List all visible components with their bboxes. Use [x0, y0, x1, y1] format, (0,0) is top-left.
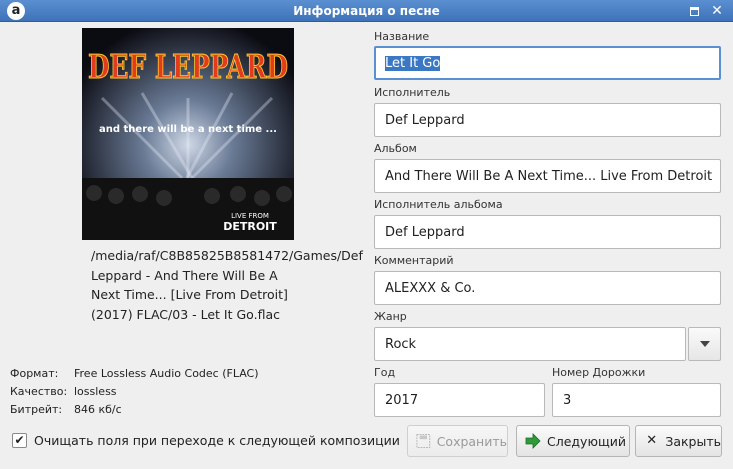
close-button-label: Закрыть — [665, 433, 721, 449]
window-title: Информация о песне — [293, 4, 440, 18]
title-label: Название — [374, 30, 430, 43]
save-button-label: Сохранить — [436, 433, 507, 449]
artist-input[interactable]: Def Leppard — [374, 103, 721, 137]
genre-dropdown-button[interactable] — [688, 327, 721, 361]
title-bar: a Информация о песне ✕ — [0, 0, 733, 22]
album-cover-art: DEF LEPPARD and there will be a next tim… — [82, 28, 294, 240]
genre-combobox[interactable]: Rock — [374, 327, 686, 361]
track-input[interactable]: 3 — [552, 383, 721, 417]
genre-label: Жанр — [374, 310, 407, 323]
next-button[interactable]: Следующий — [516, 425, 630, 457]
cover-badge-line2: DETROIT — [223, 220, 277, 233]
format-value: Free Lossless Audio Codec (FLAC) — [74, 367, 259, 380]
title-input-selected-text: Let It Go — [385, 55, 441, 71]
quality-value: lossless — [74, 385, 117, 398]
close-window-button[interactable]: ✕ — [709, 3, 725, 19]
maximize-button[interactable] — [686, 3, 702, 19]
cover-band-name: DEF LEPPARD — [88, 47, 288, 86]
bitrate-label: Битрейт: — [10, 403, 63, 416]
format-label: Формат: — [10, 367, 59, 380]
clear-fields-label[interactable]: Очищать поля при переходе к следующей ко… — [34, 433, 400, 449]
artist-label: Исполнитель — [374, 86, 451, 99]
title-input[interactable]: Let It Go — [374, 46, 721, 80]
bitrate-row: Битрейт: 846 кб/с — [10, 402, 122, 418]
file-path: /media/raf/C8B85825B8581472/Games/Def Le… — [91, 248, 363, 322]
cover-subtitle: and there will be a next time ... — [99, 124, 277, 135]
chevron-down-icon — [699, 341, 710, 347]
arrow-right-icon — [525, 433, 541, 449]
next-button-label: Следующий — [547, 433, 626, 449]
year-label: Год — [374, 366, 396, 379]
cover-badge-line1: LIVE FROM — [231, 212, 269, 220]
album-input[interactable]: And There Will Be A Next Time... Live Fr… — [374, 159, 721, 193]
comment-input[interactable]: ALEXXX & Co. — [374, 271, 721, 305]
album-label: Альбом — [374, 142, 417, 155]
close-icon: ✕ — [646, 433, 658, 448]
save-button[interactable]: Сохранить — [407, 425, 508, 457]
bitrate-value: 846 кб/с — [74, 403, 122, 416]
quality-row: Качество: lossless — [10, 384, 117, 400]
save-icon — [416, 434, 431, 448]
quality-label: Качество: — [10, 385, 68, 398]
maximize-icon — [689, 7, 699, 16]
format-row: Формат: Free Lossless Audio Codec (FLAC) — [10, 366, 259, 382]
album-cover[interactable]: DEF LEPPARD and there will be a next tim… — [82, 28, 294, 240]
track-label: Номер Дорожки — [552, 366, 646, 379]
album-artist-input[interactable]: Def Leppard — [374, 215, 721, 249]
year-input[interactable]: 2017 — [374, 383, 545, 417]
close-button[interactable]: ✕ Закрыть — [635, 425, 722, 457]
album-artist-label: Исполнитель альбома — [374, 198, 503, 211]
comment-label: Комментарий — [374, 254, 454, 267]
clear-fields-checkbox[interactable]: ✔ — [12, 433, 27, 448]
